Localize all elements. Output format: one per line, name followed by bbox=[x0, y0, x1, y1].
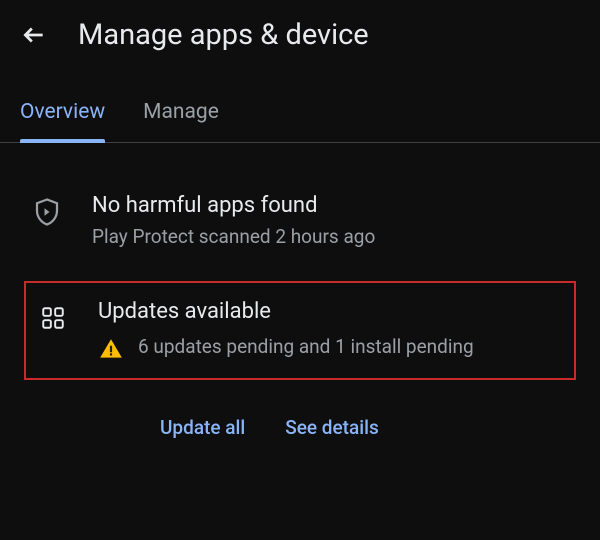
play-protect-title: No harmful apps found bbox=[92, 193, 568, 218]
page-title: Manage apps & device bbox=[78, 18, 369, 52]
play-protect-subtitle: Play Protect scanned 2 hours ago bbox=[92, 224, 568, 251]
play-protect-body: No harmful apps found Play Protect scann… bbox=[92, 193, 568, 251]
apps-grid-icon bbox=[38, 303, 68, 333]
content: No harmful apps found Play Protect scann… bbox=[0, 143, 600, 439]
play-protect-section[interactable]: No harmful apps found Play Protect scann… bbox=[20, 183, 580, 261]
updates-title: Updates available bbox=[98, 299, 562, 324]
back-button[interactable] bbox=[20, 21, 48, 49]
updates-body: Updates available 6 updates pending and … bbox=[98, 299, 562, 362]
updates-subtitle: 6 updates pending and 1 install pending bbox=[138, 334, 474, 361]
arrow-left-icon bbox=[21, 22, 47, 48]
update-all-button[interactable]: Update all bbox=[160, 416, 245, 439]
tab-manage[interactable]: Manage bbox=[143, 100, 219, 142]
warning-icon bbox=[98, 336, 124, 362]
updates-section[interactable]: Updates available 6 updates pending and … bbox=[24, 281, 576, 380]
see-details-button[interactable]: See details bbox=[285, 416, 379, 439]
tab-overview[interactable]: Overview bbox=[20, 100, 105, 142]
header: Manage apps & device bbox=[0, 0, 600, 70]
tabs: Overview Manage bbox=[0, 70, 600, 143]
shield-icon bbox=[32, 197, 62, 227]
updates-actions: Update all See details bbox=[20, 400, 580, 439]
